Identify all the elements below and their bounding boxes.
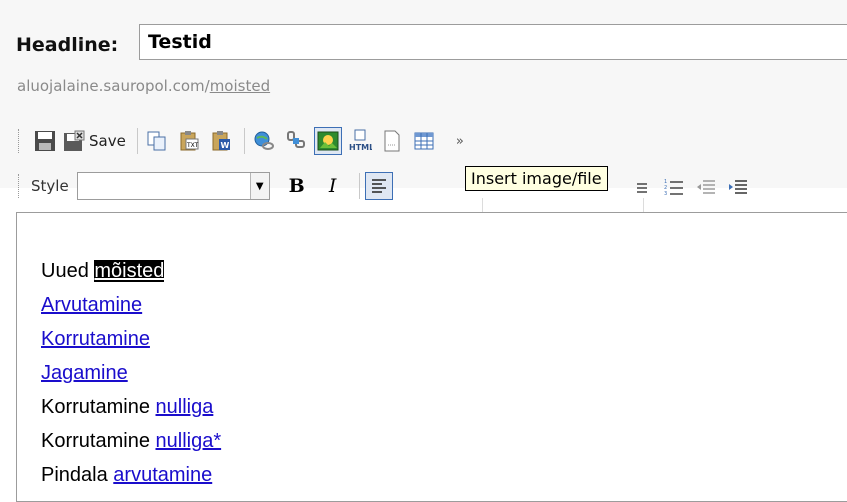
editor-content[interactable]: Uued mõisted Arvutamine Korrutamine Jagamin… (41, 254, 221, 492)
anchor-button[interactable] (282, 127, 310, 155)
selected-text[interactable]: mõisted (94, 260, 165, 282)
content-link[interactable]: nulliga (156, 396, 214, 418)
headline-label: Headline: (16, 34, 119, 56)
content-link[interactable]: arvutamine (113, 464, 212, 486)
paste-text-button[interactable]: TXT (175, 127, 203, 155)
insert-link-button[interactable] (250, 127, 278, 155)
content-link[interactable]: nulliga* (156, 430, 222, 452)
editor-area[interactable]: Uued mõisted Arvutamine Korrutamine Jagamin… (16, 212, 847, 502)
toolbar-row-2: Style ▼ B I (18, 170, 397, 202)
chain-link-icon (286, 131, 305, 148)
paste-word-icon: W (212, 131, 230, 151)
content-line: Jagamine (41, 356, 221, 390)
content-line: Korrutamine (41, 322, 221, 356)
content-text: Pindala (41, 464, 114, 486)
toolbar-grip[interactable] (18, 174, 21, 198)
headline-input[interactable] (139, 24, 847, 60)
svg-text:3: 3 (664, 191, 667, 197)
content-link[interactable]: Arvutamine (41, 294, 142, 316)
document-icon (384, 130, 400, 152)
insert-image-tooltip: Insert image/file (465, 166, 608, 191)
content-line: Arvutamine (41, 288, 221, 322)
style-select[interactable]: ▼ (76, 172, 270, 200)
content-line: Korrutamine nulliga* (41, 424, 221, 458)
bold-button[interactable]: B (282, 171, 312, 201)
align-left-icon (371, 179, 386, 193)
insert-table-button[interactable] (410, 127, 438, 155)
url-base: aluojalaine.sauropol.com/ (17, 77, 210, 95)
paste-word-button[interactable]: W (207, 127, 235, 155)
indent-icon (729, 180, 747, 194)
numbered-list-button[interactable]: 123 (660, 174, 688, 202)
toolbar-separator (136, 128, 138, 154)
save-button[interactable]: Save (63, 130, 126, 152)
svg-text:TXT: TXT (186, 142, 199, 149)
floppy-disk-icon (35, 131, 55, 151)
html-source-button[interactable]: HTML (346, 127, 374, 155)
copy-button[interactable] (143, 127, 171, 155)
chevron-down-icon[interactable]: ▼ (249, 173, 269, 199)
new-page-button[interactable] (378, 127, 406, 155)
outdent-icon (697, 180, 715, 194)
save-disk-button[interactable] (31, 127, 59, 155)
svg-text:W: W (220, 141, 229, 150)
link-globe-icon (254, 131, 274, 150)
toolbar-separator (358, 173, 360, 199)
outdent-button[interactable] (692, 174, 720, 202)
headline-row: Headline: (16, 28, 124, 62)
toolbar-row-1: Save TXT W HTML » (18, 125, 464, 157)
toolbar-row-2-tail: 123 (628, 174, 756, 202)
image-icon (317, 131, 339, 151)
content-text: Korrutamine (41, 430, 156, 452)
align-left-button[interactable] (364, 172, 393, 200)
italic-button[interactable]: I (318, 171, 348, 201)
toolbar-separator (243, 128, 245, 154)
url-slug-link[interactable]: moisted (210, 77, 270, 95)
save-page-icon (64, 130, 85, 151)
insert-image-button[interactable] (313, 127, 342, 155)
style-label: Style (31, 177, 69, 195)
content-link[interactable]: Jagamine (41, 362, 128, 384)
content-line: Uued mõisted (41, 254, 221, 288)
copy-icon (147, 131, 166, 151)
content-text: Uued (41, 260, 95, 282)
toolbar-more-button[interactable]: » (456, 134, 464, 149)
bullet-list-icon (637, 183, 647, 193)
content-text: Korrutamine (41, 396, 156, 418)
svg-text:HTML: HTML (349, 143, 372, 152)
numbered-list-icon: 123 (664, 179, 683, 197)
indent-button[interactable] (724, 174, 752, 202)
html-source-icon: HTML (349, 129, 372, 152)
toolbar-grip[interactable] (18, 129, 21, 153)
content-line: Korrutamine nulliga (41, 390, 221, 424)
content-link[interactable]: Korrutamine (41, 328, 150, 350)
table-icon (414, 132, 434, 150)
save-button-label: Save (89, 132, 126, 150)
paste-text-icon: TXT (180, 131, 199, 151)
url-line: aluojalaine.sauropol.com/moisted (17, 77, 270, 95)
